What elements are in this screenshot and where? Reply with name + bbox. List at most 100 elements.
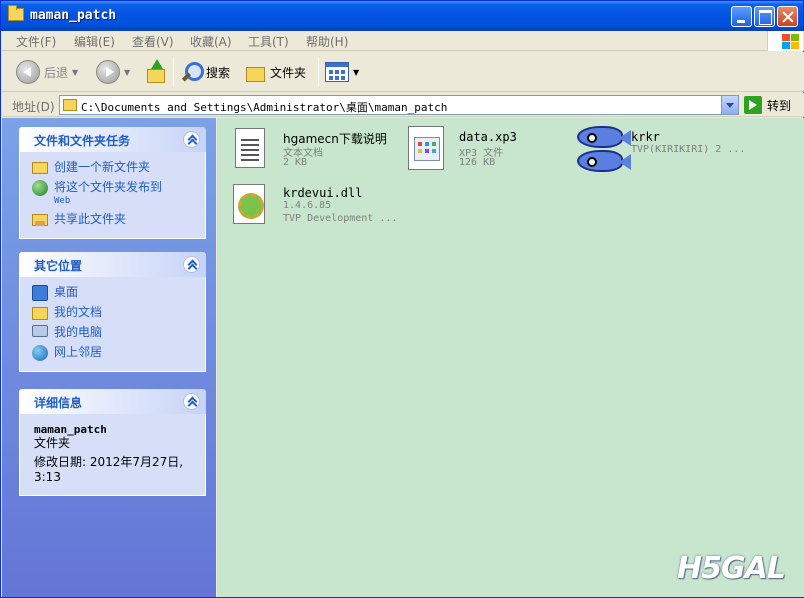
network-places-icon (32, 345, 48, 361)
explorer-window: maman_patch 文件(F) 编辑(E) 查看(V) 收藏(A) 工具(T… (0, 0, 804, 598)
detail-modified: 修改日期: 2012年7月27日, (34, 455, 184, 469)
file-size: 2 KB (283, 157, 308, 168)
file-description: TVP Development ... (283, 213, 398, 224)
task-publish-web[interactable]: 将这个文件夹发布到 Web (20, 178, 205, 210)
task-label[interactable]: 创建一个新文件夹 (54, 160, 150, 174)
up-button[interactable] (145, 58, 167, 86)
menu-bar: 文件(F) 编辑(E) 查看(V) 收藏(A) 工具(T) 帮助(H) (2, 31, 804, 51)
place-label[interactable]: 我的文档 (54, 305, 102, 319)
file-tasks-panel: 文件和文件夹任务 创建一个新文件夹 将这个文件夹发布到 Web 共享此文件夹 (19, 127, 206, 239)
back-dropdown-icon[interactable]: ▼ (72, 68, 78, 77)
file-name: data.xp3 (459, 130, 517, 144)
windows-logo-icon (767, 31, 803, 51)
views-button[interactable]: ▼ (325, 58, 359, 86)
place-network[interactable]: 网上邻居 (20, 343, 205, 363)
search-icon (180, 61, 204, 83)
panel-title: 详细信息 (34, 396, 83, 410)
panel-title: 文件和文件夹任务 (34, 134, 131, 148)
detail-name: maman_patch (34, 423, 107, 436)
task-share-folder[interactable]: 共享此文件夹 (20, 210, 205, 230)
file-item[interactable]: data.xp3 XP3 文件 126 KB (403, 122, 573, 182)
address-input[interactable]: C:\Documents and Settings\Administrator\… (59, 95, 739, 115)
detail-time: 3:13 (34, 470, 61, 484)
file-name: krdevui.dll (283, 186, 363, 200)
file-version: 1.4.6.85 (283, 200, 332, 211)
my-computer-icon (32, 325, 48, 337)
collapse-chevron-icon[interactable] (183, 256, 200, 273)
menu-tools[interactable]: 工具(T) (248, 33, 289, 50)
search-label: 搜索 (206, 65, 231, 80)
details-panel: 详细信息 maman_patch 文件夹 修改日期: 2012年7月27日, 3… (19, 389, 206, 496)
place-label[interactable]: 我的电脑 (54, 325, 102, 339)
window-title: maman_patch (30, 8, 117, 23)
address-path[interactable]: C:\Documents and Settings\Administrator\… (81, 99, 447, 115)
my-documents-icon (32, 307, 48, 320)
folder-icon (8, 5, 24, 21)
file-tasks-header[interactable]: 文件和文件夹任务 (19, 127, 206, 152)
share-folder-icon (32, 214, 48, 226)
menu-file[interactable]: 文件(F) (16, 33, 56, 50)
title-bar[interactable]: maman_patch (1, 1, 803, 31)
file-item[interactable]: krdevui.dll 1.4.6.85 TVP Development ... (227, 178, 397, 238)
place-my-computer[interactable]: 我的电脑 (20, 323, 205, 343)
collapse-chevron-icon[interactable] (183, 393, 200, 410)
menu-view[interactable]: 查看(V) (132, 33, 174, 50)
details-body: maman_patch 文件夹 修改日期: 2012年7月27日, 3:13 (19, 414, 206, 496)
details-header[interactable]: 详细信息 (19, 389, 206, 414)
minimize-button[interactable] (731, 6, 752, 27)
watermark-text: H5GAL (677, 551, 786, 586)
forward-arrow-icon (96, 60, 120, 84)
maximize-button[interactable] (754, 6, 775, 27)
up-folder-icon (145, 59, 167, 83)
collapse-chevron-icon[interactable] (183, 131, 200, 148)
go-label: 转到 (767, 98, 792, 113)
back-arrow-icon (16, 60, 40, 84)
file-tasks-body: 创建一个新文件夹 将这个文件夹发布到 Web 共享此文件夹 (19, 152, 206, 239)
file-item[interactable]: krkr TVP(KIRIKIRI) 2 ... (577, 122, 797, 182)
menu-help[interactable]: 帮助(H) (306, 33, 348, 50)
toolbar-separator (173, 58, 174, 86)
search-button[interactable]: 搜索 (180, 58, 230, 86)
folder-icon (63, 99, 77, 111)
web-publish-icon (32, 180, 48, 196)
place-label[interactable]: 桌面 (54, 285, 78, 299)
other-places-body: 桌面 我的文档 我的电脑 网上邻居 (19, 277, 206, 372)
address-dropdown-button[interactable] (721, 96, 738, 114)
task-label[interactable]: 共享此文件夹 (54, 212, 126, 226)
desktop-icon (32, 285, 48, 301)
other-places-header[interactable]: 其它位置 (19, 252, 206, 277)
address-label: 地址(D) (12, 100, 55, 114)
panel-title: 其它位置 (34, 259, 83, 273)
close-button[interactable] (777, 6, 798, 27)
watermark-logo: H5GAL (677, 529, 803, 595)
text-document-icon (227, 126, 273, 172)
menu-edit[interactable]: 编辑(E) (74, 33, 115, 50)
go-arrow-icon (744, 96, 762, 114)
folders-button[interactable]: 文件夹 (244, 58, 306, 86)
file-list[interactable]: hgamecn下载说明 文本文档 2 KB data.xp3 XP3 文件 12… (217, 118, 804, 597)
detail-type: 文件夹 (34, 436, 71, 450)
other-places-panel: 其它位置 桌面 我的文档 我的电脑 网上邻居 (19, 252, 206, 372)
xp3-file-icon (403, 126, 449, 172)
folders-label: 文件夹 (270, 65, 307, 80)
folders-icon (244, 62, 266, 82)
forward-dropdown-icon[interactable]: ▼ (124, 68, 130, 77)
address-bar: 地址(D) C:\Documents and Settings\Administ… (2, 93, 804, 117)
place-my-documents[interactable]: 我的文档 (20, 303, 205, 323)
go-button[interactable]: 转到 (744, 95, 791, 115)
views-icon (325, 62, 349, 82)
task-pane: 文件和文件夹任务 创建一个新文件夹 将这个文件夹发布到 Web 共享此文件夹 其… (2, 118, 216, 597)
place-desktop[interactable]: 桌面 (20, 283, 205, 303)
back-button[interactable]: 后退 ▼ (16, 58, 78, 86)
views-dropdown-icon[interactable]: ▼ (353, 68, 359, 77)
task-new-folder[interactable]: 创建一个新文件夹 (20, 158, 205, 178)
toolbar-separator (318, 58, 319, 86)
file-item[interactable]: hgamecn下载说明 文本文档 2 KB (227, 122, 397, 182)
task-label[interactable]: 将这个文件夹发布到 Web (54, 180, 162, 208)
dll-gear-icon (227, 182, 273, 228)
place-label[interactable]: 网上邻居 (54, 345, 102, 359)
forward-button[interactable]: ▼ (96, 58, 130, 86)
file-size: 126 KB (459, 157, 496, 168)
back-label: 后退 (44, 65, 69, 80)
menu-favorites[interactable]: 收藏(A) (190, 33, 232, 50)
